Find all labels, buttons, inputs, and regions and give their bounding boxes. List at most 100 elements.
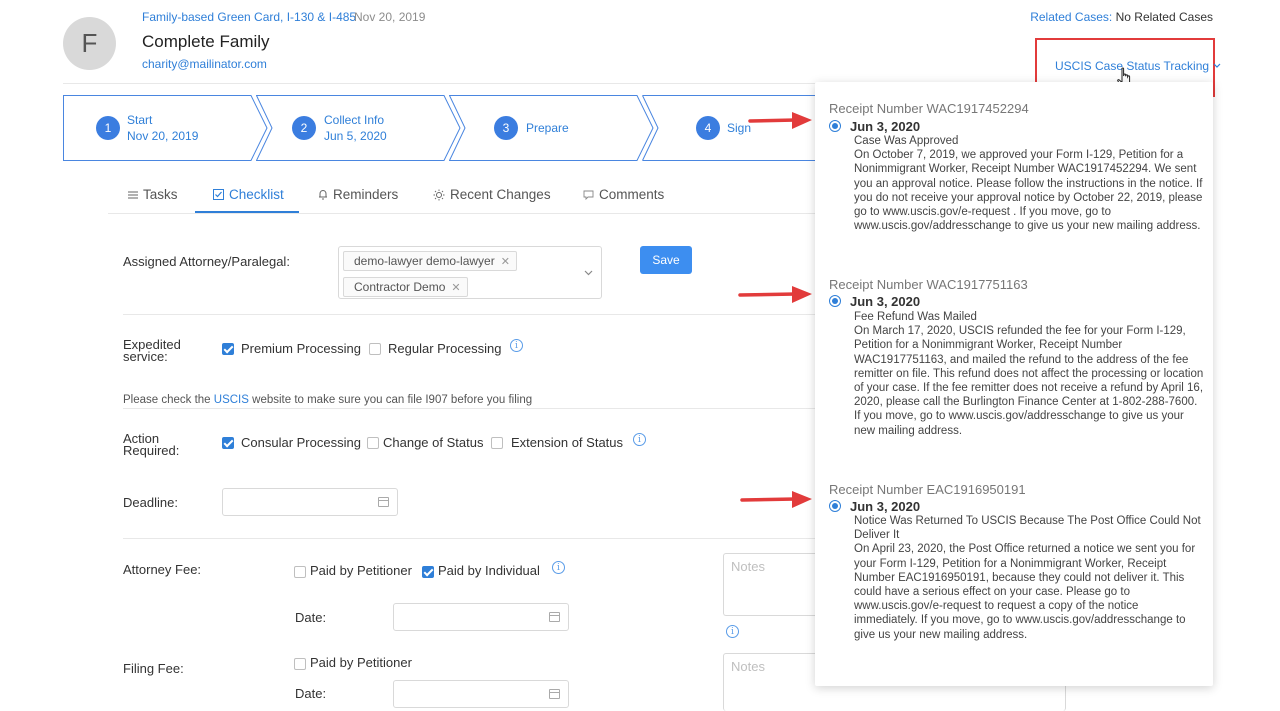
filing-paid-by-petitioner-checkbox[interactable] [294,658,306,670]
paid-by-petitioner-label: Paid by Petitioner [310,563,412,578]
checklist-icon [213,189,224,200]
receipt-number: Receipt Number EAC1916950191 [829,482,1026,497]
step-title: Start [127,113,153,127]
tab-checklist[interactable]: Checklist [213,187,284,202]
status-radio[interactable] [829,120,841,132]
assignee-select[interactable]: demo-lawyer demo-lawyer ✕ Contractor Dem… [338,246,602,299]
avatar-letter: F [81,28,98,58]
expedited-label-line: service: [123,349,168,364]
chevron-down-icon [1213,63,1221,68]
deadline-label: Deadline: [123,495,178,510]
status-radio[interactable] [829,500,841,512]
annotation-arrow-icon [738,286,812,303]
i907-note: Please check the USCIS website to make s… [123,394,532,406]
case-date: Nov 20, 2019 [354,10,426,24]
tab-label: Recent Changes [450,187,551,202]
premium-processing-checkbox[interactable] [222,343,234,355]
tab-reminders[interactable]: Reminders [318,187,398,202]
change-of-status-checkbox[interactable] [367,437,379,449]
premium-processing-label: Premium Processing [241,341,361,356]
extension-of-status-label: Extension of Status [511,435,624,450]
bell-icon [319,189,327,200]
related-cases: Related Cases: No Related Cases [1030,10,1213,24]
step-number: 1 [96,116,120,140]
active-tab-indicator [195,211,299,213]
step-number: 4 [696,116,720,140]
status-description: Notice Was Returned To USCIS Because The… [854,515,1201,641]
info-icon[interactable]: i [726,625,739,638]
note-suffix: website to make sure you can file I907 b… [248,394,533,406]
extension-of-status-checkbox[interactable] [491,437,503,449]
tab-comments[interactable]: Comments [583,187,664,202]
filing-fee-date-input[interactable] [393,680,569,708]
step-title: Collect Info [324,113,385,127]
date-label: Date: [295,610,327,625]
deadline-date-input[interactable] [222,488,398,516]
calendar-icon [549,689,560,699]
action-required-label: Action Required: [123,432,180,458]
step-start[interactable]: 1 Start Nov 20, 2019 [63,95,268,161]
tab-recent-changes[interactable]: Recent Changes [433,187,551,202]
assignee-tag: Contractor Demo ✕ [343,277,468,297]
section-divider [123,314,823,315]
section-divider [123,408,823,409]
paid-by-individual-label: Paid by Individual [438,563,540,578]
step-title: Prepare [526,121,569,135]
step-number: 2 [292,116,316,140]
tab-label: Comments [599,187,665,202]
uscis-link[interactable]: USCIS [214,394,249,406]
status-description: Case Was Approved On October 7, 2019, we… [854,135,1203,233]
status-date: Jun 3, 2020 [850,294,921,309]
case-name: Complete Family [142,32,270,51]
step-prepare[interactable]: 3 Prepare [449,95,654,161]
attorney-fee-date-input[interactable] [393,603,569,631]
related-cases-value: No Related Cases [1115,10,1213,24]
status-radio[interactable] [829,295,841,307]
case-email-link[interactable]: charity@mailinator.com [142,57,267,71]
remove-tag-icon[interactable]: ✕ [501,255,510,268]
date-label: Date: [295,686,327,701]
change-of-status-label: Change of Status [383,435,484,450]
consular-processing-label: Consular Processing [241,435,361,450]
remove-tag-icon[interactable]: ✕ [451,281,460,294]
step-date: Nov 20, 2019 [127,129,199,143]
paid-by-petitioner-checkbox[interactable] [294,566,306,578]
save-button[interactable]: Save [640,246,692,274]
status-date: Jun 3, 2020 [850,119,921,134]
step-collect-info[interactable]: 2 Collect Info Jun 5, 2020 [256,95,461,161]
assigned-label: Assigned Attorney/Paralegal: [123,254,290,269]
info-icon[interactable]: i [633,433,646,446]
related-cases-label[interactable]: Related Cases: [1030,10,1112,24]
calendar-icon [549,612,560,622]
consular-processing-checkbox[interactable] [222,437,234,449]
case-type-link[interactable]: Family-based Green Card, I-130 & I-485 [142,10,356,24]
chevron-down-icon [584,270,593,276]
expedited-label: Expedited service: [123,338,181,364]
tab-tasks[interactable]: Tasks [128,187,178,202]
action-label-line: Required: [123,443,180,458]
step-date: Jun 5, 2020 [324,129,387,143]
attorney-fee-label: Attorney Fee: [123,562,202,577]
tabs-divider [108,213,823,214]
section-divider [123,538,823,539]
case-status-tracking-dropdown[interactable]: USCIS Case Status Tracking [1055,59,1221,73]
comment-icon [583,190,594,200]
step-shape [256,95,461,161]
info-icon[interactable]: i [552,561,565,574]
list-icon [128,191,138,198]
assignee-tag-label: demo-lawyer demo-lawyer [354,254,495,268]
status-date: Jun 3, 2020 [850,499,921,514]
annotation-arrow-icon [748,112,812,129]
annotation-arrow-icon [740,491,812,508]
tab-label: Checklist [229,187,284,202]
step-number: 3 [494,116,518,140]
assignee-tag-label: Contractor Demo [354,280,446,294]
regular-processing-checkbox[interactable] [369,343,381,355]
header-divider [63,83,823,84]
paid-by-individual-checkbox[interactable] [422,566,434,578]
receipt-number: Receipt Number WAC1917751163 [829,277,1028,292]
info-icon[interactable]: i [510,339,523,352]
regular-processing-label: Regular Processing [388,341,502,356]
filing-fee-label: Filing Fee: [123,661,184,676]
attorney-fee-notes[interactable]: Notes [723,553,823,616]
